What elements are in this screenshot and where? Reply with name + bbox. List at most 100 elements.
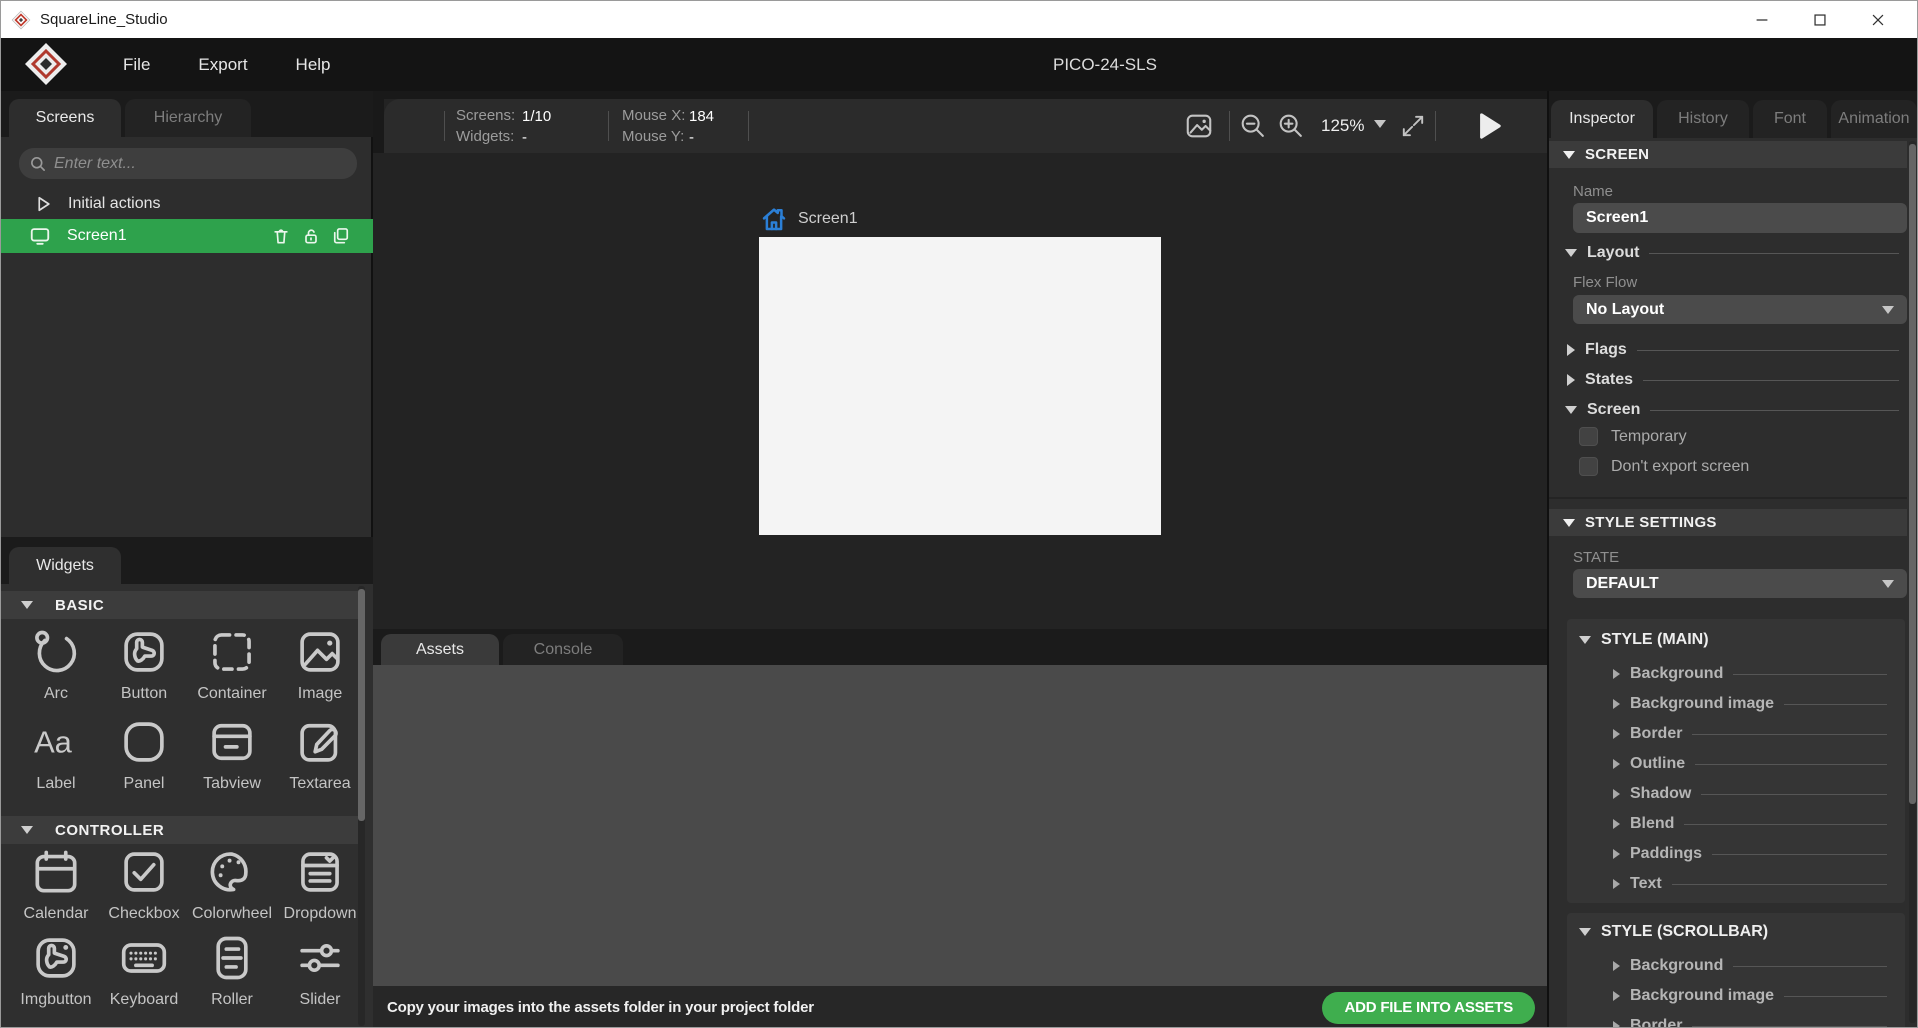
widget-textarea[interactable]: Textarea [276,716,364,793]
widget-colorwheel[interactable]: Colorwheel [188,846,276,923]
menu-export[interactable]: Export [174,55,271,75]
screen-name-input[interactable] [1586,209,1876,227]
widget-slider[interactable]: Slider [276,932,364,1009]
unlock-screen-icon[interactable] [301,226,321,246]
widget-imgbutton[interactable]: Imgbutton [12,932,100,1009]
zoom-dropdown-button[interactable] [1374,120,1386,128]
stat-screens-label: Screens: [456,107,515,124]
widget-button[interactable]: Button [100,626,188,703]
style-item-background[interactable]: Background [1613,665,1887,683]
screen1-item[interactable]: Screen1 [1,219,373,253]
menu-file[interactable]: File [99,55,174,75]
widget-keyboard[interactable]: Keyboard [100,932,188,1009]
stat-mousey-label: Mouse Y: [622,128,684,145]
tab-inspector[interactable]: Inspector [1551,100,1653,138]
section-controller[interactable]: CONTROLLER [1,816,359,844]
zoom-level[interactable]: 125% [1321,116,1364,136]
calendar-widget-icon [30,846,82,898]
style-item-outline[interactable]: Outline [1613,755,1887,773]
tab-font[interactable]: Font [1753,100,1827,138]
style-item-shadow[interactable]: Shadow [1613,785,1887,803]
state-value: DEFAULT [1586,575,1659,593]
play-button[interactable] [1469,109,1509,143]
button-widget-icon [118,626,170,678]
dont-export-label: Don't export screen [1611,458,1749,476]
screen-section-header[interactable]: SCREEN [1549,141,1907,168]
state-dropdown[interactable]: DEFAULT [1573,569,1907,598]
style-item-background-image[interactable]: Background image [1613,695,1887,713]
section-basic[interactable]: BASIC [1,591,359,619]
widget-roller[interactable]: Roller [188,932,276,1009]
collapse-style-settings-icon [1563,519,1575,527]
widget-panel[interactable]: Panel [100,716,188,793]
flags-section-header[interactable]: Flags [1567,341,1907,359]
tab-widgets[interactable]: Widgets [9,547,121,584]
zoom-in-button[interactable] [1274,110,1308,142]
style-item-blend[interactable]: Blend [1613,815,1887,833]
widget-image[interactable]: Image [276,626,364,703]
checkbox-widget-icon [118,846,170,898]
flags-title: Flags [1585,341,1627,359]
close-button[interactable] [1849,2,1907,38]
widget-calendar[interactable]: Calendar [12,846,100,923]
widget-arc[interactable]: Arc [12,626,100,703]
style-item-sb-background[interactable]: Background [1613,957,1887,975]
tab-assets[interactable]: Assets [381,634,499,665]
widgets-scrollbar[interactable] [358,586,365,1026]
screen-sub-section-header[interactable]: Screen [1565,401,1907,419]
style-scrollbar-header[interactable]: STYLE (SCROLLBAR) [1579,923,1768,941]
collapse-controller-icon [21,826,33,834]
search-input[interactable] [54,155,334,173]
zoom-in-icon [1276,111,1306,141]
tab-animation[interactable]: Animation [1831,100,1917,138]
duplicate-screen-icon[interactable] [331,226,351,246]
assets-zone: Assets Console Copy your images into the… [373,629,1547,1028]
stat-widgets-value: - [522,129,527,146]
expand-icon [1613,849,1620,859]
maximize-button[interactable] [1791,2,1849,38]
monitor-icon [29,225,51,247]
assets-content[interactable] [373,665,1547,986]
style-item-border[interactable]: Border [1613,725,1887,743]
widget-tabview[interactable]: Tabview [188,716,276,793]
tab-history[interactable]: History [1657,100,1749,138]
widget-label[interactable]: Aa Label [12,716,100,793]
style-item-sb-border[interactable]: Border [1613,1017,1887,1028]
temporary-checkbox[interactable] [1579,427,1598,446]
name-label: Name [1573,183,1613,200]
layout-section-header[interactable]: Layout [1565,244,1907,262]
expand-states-icon [1567,374,1575,386]
widget-checkbox[interactable]: Checkbox [100,846,188,923]
chevron-down-icon [1882,306,1894,314]
dont-export-checkbox[interactable] [1579,457,1598,476]
screens-search [19,148,357,179]
tab-screens[interactable]: Screens [9,99,121,137]
design-canvas[interactable] [759,237,1161,535]
background-image-button[interactable] [1182,110,1216,142]
widgets-scrollbar-thumb[interactable] [358,589,365,821]
fit-screen-button[interactable] [1396,110,1430,142]
tab-hierarchy[interactable]: Hierarchy [125,99,251,137]
expand-icon [1613,669,1620,679]
zoom-out-button[interactable] [1236,110,1270,142]
add-file-into-assets-button[interactable]: ADD FILE INTO ASSETS [1322,992,1535,1024]
initial-actions-item[interactable]: Initial actions [1,189,373,219]
inspector-scrollbar[interactable] [1909,141,1916,1023]
widget-container[interactable]: Container [188,626,276,703]
style-item-sb-background-image[interactable]: Background image [1613,987,1887,1005]
inspector-scrollbar-thumb[interactable] [1909,144,1916,804]
close-icon [1869,11,1887,29]
screen-sub-title: Screen [1587,401,1640,419]
style-item-text[interactable]: Text [1613,875,1887,893]
widget-dropdown[interactable]: Dropdown [276,846,364,923]
app-logo-icon [11,10,31,30]
menu-help[interactable]: Help [272,55,355,75]
style-main-header[interactable]: STYLE (MAIN) [1579,631,1709,649]
states-section-header[interactable]: States [1567,371,1907,389]
tab-console[interactable]: Console [503,634,623,665]
style-settings-header[interactable]: STYLE SETTINGS [1549,509,1907,536]
style-item-paddings[interactable]: Paddings [1613,845,1887,863]
delete-screen-icon[interactable] [271,226,291,246]
flex-flow-dropdown[interactable]: No Layout [1573,295,1907,324]
minimize-button[interactable] [1733,2,1791,38]
